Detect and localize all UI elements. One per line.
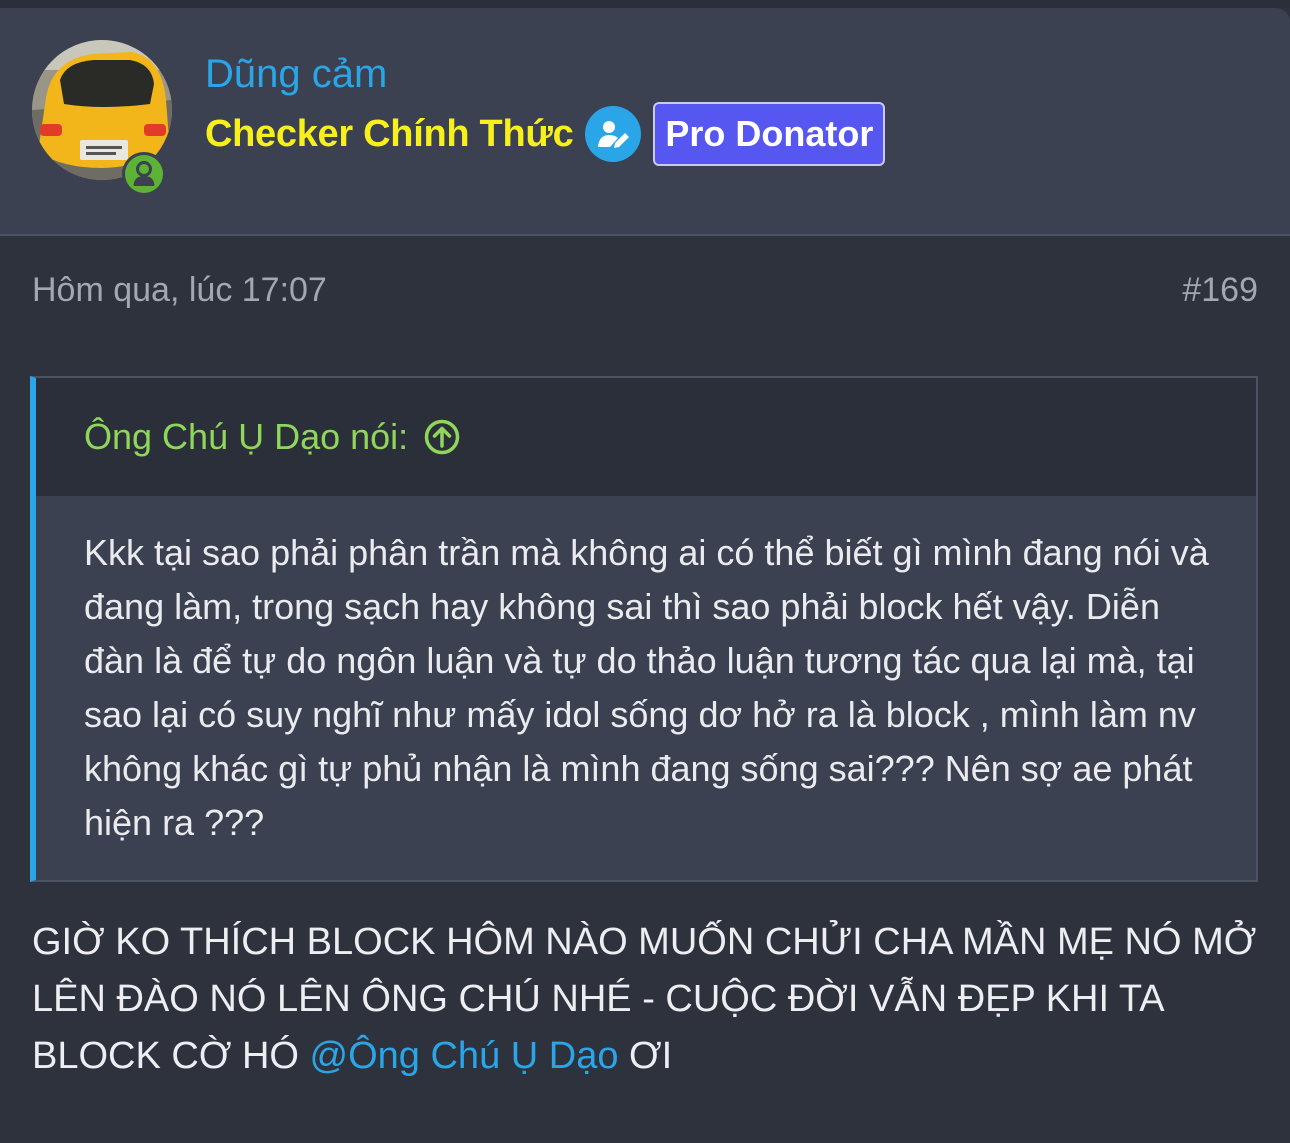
online-status-badge — [122, 152, 166, 196]
pro-donator-badge: Pro Donator — [653, 102, 886, 166]
post-number-link[interactable]: #169 — [1182, 266, 1258, 314]
post-message: GIỜ KO THÍCH BLOCK HÔM NÀO MUỐN CHỬI CHA… — [32, 914, 1262, 1085]
post-user-header: Dũng cảm Checker Chính Thức Pro Donator — [0, 8, 1290, 236]
post-timestamp[interactable]: Hôm qua, lúc 17:07 — [32, 266, 327, 314]
user-edit-icon — [585, 106, 642, 162]
post-page: Dũng cảm Checker Chính Thức Pro Donator … — [0, 0, 1290, 1143]
username-link[interactable]: Dũng cảm — [205, 48, 387, 100]
top-divider — [0, 0, 1290, 8]
quote-author-link[interactable]: Ông Chú Ụ Dạo nói: — [84, 416, 408, 458]
quote-block: Ông Chú Ụ Dạo nói: Kkk tại sao phải phân… — [30, 376, 1258, 882]
arrow-up-circle-icon[interactable] — [424, 419, 460, 455]
user-mention-link[interactable]: @Ông Chú Ụ Dạo — [310, 1035, 619, 1077]
user-online-icon — [125, 155, 163, 193]
user-title: Checker Chính Thức — [205, 112, 574, 155]
quote-content: Kkk tại sao phải phân trần mà không ai c… — [84, 532, 1209, 843]
quote-header: Ông Chú Ụ Dạo nói: — [36, 378, 1256, 496]
message-text-end: ƠI — [618, 1035, 673, 1077]
user-title-row: Checker Chính Thức Pro Donator — [205, 100, 886, 168]
